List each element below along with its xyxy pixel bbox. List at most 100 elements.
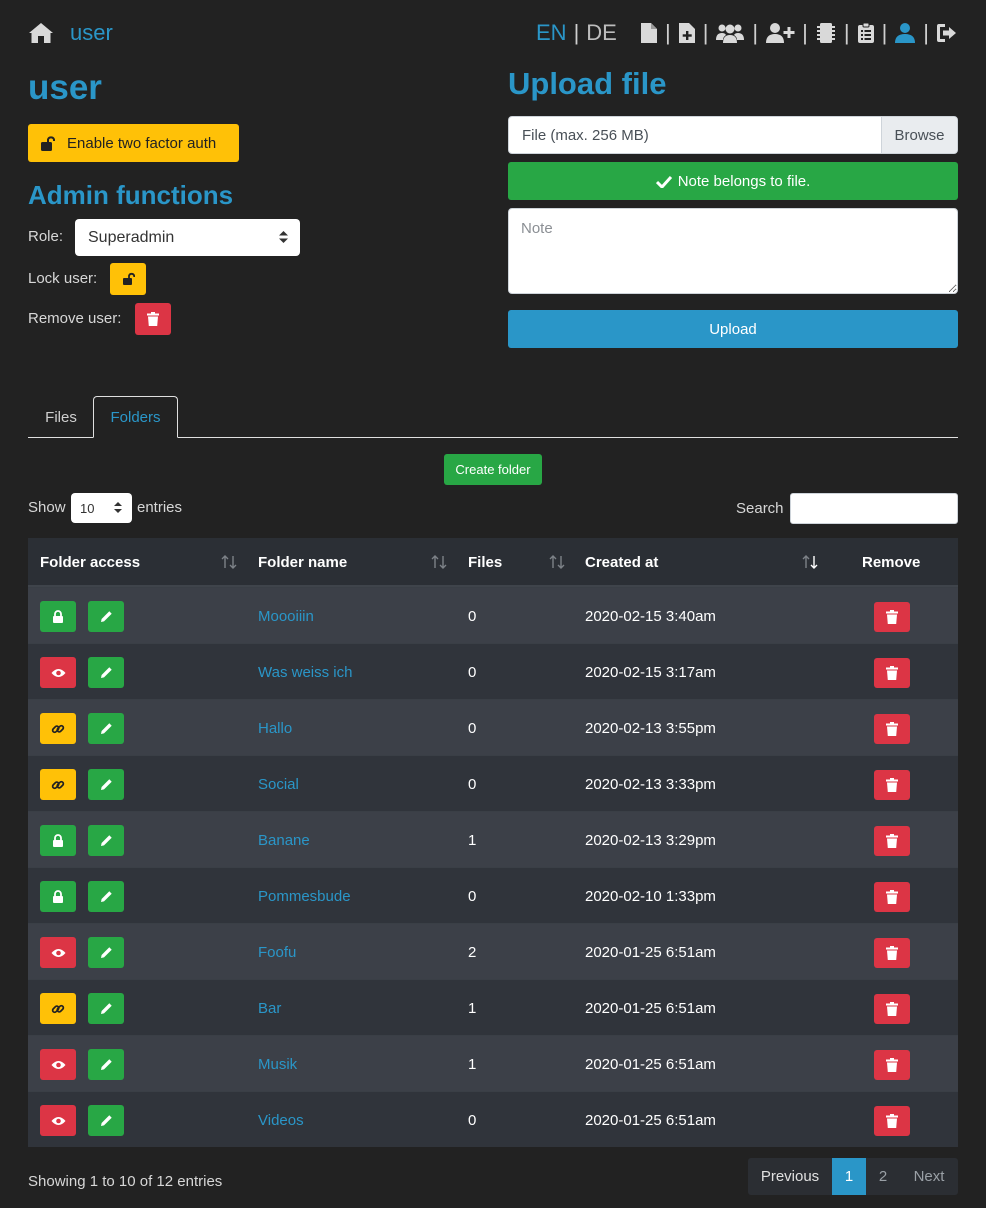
lang-en[interactable]: EN [536,20,567,46]
access-public-button[interactable] [40,1049,76,1080]
remove-folder-button[interactable] [874,602,910,632]
pagination: Previous 1 2 Next [748,1158,958,1195]
user-name-link[interactable]: user [70,20,113,46]
pencil-icon [100,610,113,623]
access-private-button[interactable] [40,601,76,632]
edit-folder-button[interactable] [88,769,124,800]
remove-folder-button[interactable] [874,658,910,688]
folder-name-link[interactable]: Banane [258,812,310,868]
enable-two-factor-button[interactable]: Enable two factor auth [28,124,239,162]
folder-file-count: 1 [468,999,477,1017]
folder-file-count: 0 [468,775,477,793]
user-icon[interactable] [894,22,916,44]
nav-divider: | [843,20,850,45]
tab-files[interactable]: Files [28,396,94,438]
remove-folder-button[interactable] [874,994,910,1024]
access-private-button[interactable] [40,825,76,856]
folder-name-link[interactable]: Social [258,756,299,812]
pagination-page-2[interactable]: 2 [866,1158,900,1195]
file-icon[interactable] [640,22,658,44]
pagination-previous[interactable]: Previous [748,1158,832,1195]
tab-folders[interactable]: Folders [93,396,178,438]
pagination-page-1[interactable]: 1 [832,1158,866,1195]
column-header-folder-name[interactable]: Folder name [258,538,347,587]
edit-folder-button[interactable] [88,713,124,744]
folder-name-link[interactable]: Was weiss ich [258,644,352,700]
edit-folder-button[interactable] [88,1105,124,1136]
sort-icon[interactable] [221,555,237,569]
clipboard-list-icon[interactable] [857,22,875,44]
access-public-button[interactable] [40,937,76,968]
role-select-value: Superadmin [88,228,175,246]
user-plus-icon[interactable] [765,22,795,44]
remove-folder-button[interactable] [874,1106,910,1136]
edit-folder-button[interactable] [88,993,124,1024]
lock-user-button[interactable] [110,263,146,295]
remove-folder-button[interactable] [874,1050,910,1080]
trash-icon [886,666,898,680]
file-chooser[interactable]: File (max. 256 MB) Browse [508,116,958,154]
browse-button[interactable]: Browse [881,117,957,153]
role-select[interactable]: Superadmin [75,219,300,256]
edit-folder-button[interactable] [88,601,124,632]
remove-folder-button[interactable] [874,826,910,856]
edit-folder-button[interactable] [88,881,124,912]
trash-icon [886,1114,898,1128]
sd-card-icon[interactable] [815,22,837,44]
access-link-button[interactable] [40,993,76,1024]
sort-icon[interactable] [549,555,565,569]
remove-folder-button[interactable] [874,882,910,912]
nav-divider: | [802,20,808,45]
column-header-files[interactable]: Files [468,538,502,587]
folder-name-link[interactable]: Bar [258,980,281,1036]
column-header-folder-access[interactable]: Folder access [40,538,140,587]
remove-folder-button[interactable] [874,938,910,968]
folder-name-link[interactable]: Moooiiin [258,588,314,644]
check-icon [655,175,672,188]
access-private-button[interactable] [40,881,76,912]
lang-de[interactable]: DE [586,20,617,46]
lang-divider: | [573,20,580,45]
edit-folder-button[interactable] [88,825,124,856]
entries-per-page-select[interactable]: 10 [71,493,132,523]
users-icon[interactable] [715,22,745,44]
sign-out-icon[interactable] [936,22,960,44]
upload-button[interactable]: Upload [508,310,958,348]
create-folder-button[interactable]: Create folder [444,454,542,485]
table-row: Musik 1 2020-01-25 6:51am [28,1035,958,1091]
page-title: user [28,68,102,107]
access-public-button[interactable] [40,1105,76,1136]
folder-name-link[interactable]: Videos [258,1092,304,1148]
access-link-button[interactable] [40,769,76,800]
nav-divider: | [752,20,759,45]
note-textarea[interactable] [508,208,958,294]
remove-user-button[interactable] [135,303,171,335]
edit-folder-button[interactable] [88,1049,124,1080]
folder-name-link[interactable]: Musik [258,1036,297,1092]
folder-name-link[interactable]: Foofu [258,924,296,980]
access-public-button[interactable] [40,657,76,688]
edit-folder-button[interactable] [88,937,124,968]
table-info: Showing 1 to 10 of 12 entries [28,1173,223,1190]
search-label: Search [736,500,784,517]
home-link[interactable]: user [28,20,113,46]
search-input[interactable] [790,493,958,524]
sort-icon[interactable] [431,555,447,569]
note-belongs-to-file-toggle[interactable]: Note belongs to file. [508,162,958,200]
edit-folder-button[interactable] [88,657,124,688]
table-row: Moooiiin 0 2020-02-15 3:40am [28,587,958,643]
column-header-remove: Remove [862,554,921,571]
file-plus-icon[interactable] [678,22,696,44]
lock-icon [52,610,64,623]
folder-name-link[interactable]: Pommesbude [258,868,351,924]
folder-name-link[interactable]: Hallo [258,700,292,756]
access-link-button[interactable] [40,713,76,744]
admin-functions-title: Admin functions [28,180,234,210]
remove-folder-button[interactable] [874,770,910,800]
sort-desc-icon[interactable] [802,555,818,569]
remove-folder-button[interactable] [874,714,910,744]
pencil-icon [100,666,113,679]
pagination-next[interactable]: Next [900,1158,958,1195]
column-header-created-at[interactable]: Created at [585,538,658,587]
folder-created-at: 2020-02-15 3:40am [585,607,716,625]
